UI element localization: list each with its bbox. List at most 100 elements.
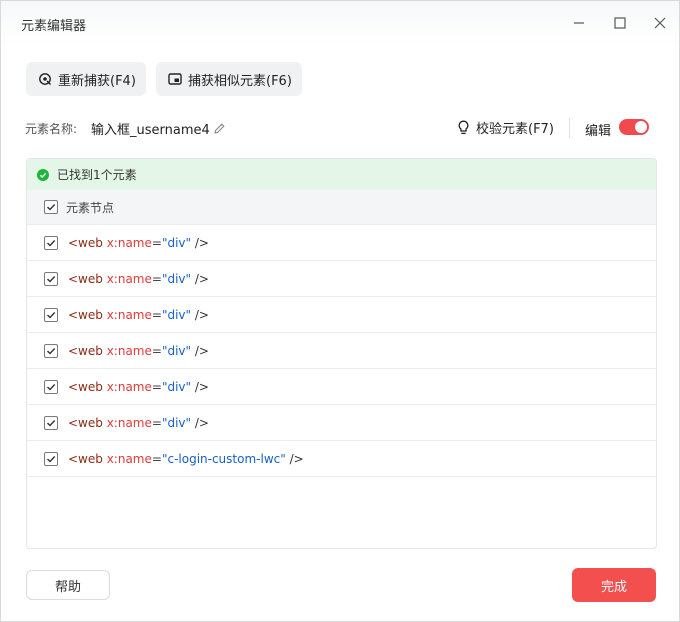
node-eq: = xyxy=(151,379,162,394)
node-text: <web x:name="c-login-custom-lwc" /> xyxy=(68,452,304,466)
node-attr: x:name xyxy=(106,271,152,286)
node-close: /> xyxy=(289,451,304,466)
node-close: /> xyxy=(194,379,209,394)
header-label: 元素节点 xyxy=(66,200,115,215)
node-attr: x:name xyxy=(106,415,152,430)
minimize-button[interactable] xyxy=(569,13,589,33)
node-eq: = xyxy=(151,415,162,430)
node-eq: = xyxy=(151,451,162,466)
checkmark-icon xyxy=(47,311,56,319)
element-node-list: <web x:name="div" /> <web x:name="div" /… xyxy=(27,225,656,477)
node-tag: <web xyxy=(68,415,103,430)
edit-toggle[interactable] xyxy=(619,119,649,135)
node-value: "div" xyxy=(161,379,192,394)
checkmark-icon xyxy=(47,239,56,247)
table-row[interactable]: <web x:name="div" /> xyxy=(27,333,656,369)
node-eq: = xyxy=(151,307,162,322)
node-tag: <web xyxy=(68,307,103,322)
node-attr: x:name xyxy=(106,307,152,322)
row-checkbox[interactable] xyxy=(44,415,58,430)
node-value: "div" xyxy=(161,271,192,286)
node-attr: x:name xyxy=(106,379,152,394)
node-value: "div" xyxy=(161,307,192,322)
node-text: <web x:name="div" /> xyxy=(68,344,209,358)
node-text: <web x:name="div" /> xyxy=(68,272,209,286)
node-text: <web x:name="div" /> xyxy=(68,416,209,430)
checkmark-icon xyxy=(47,383,56,391)
select-all-checkbox[interactable] xyxy=(44,200,58,214)
node-value: "div" xyxy=(161,343,192,358)
table-row[interactable]: <web x:name="div" /> xyxy=(27,369,656,405)
divider xyxy=(569,118,570,138)
element-info-row: 元素名称: 输入框_username4 校验元素(F7) 编辑 xyxy=(25,117,655,139)
node-text: <web x:name="div" /> xyxy=(68,236,209,250)
node-value: "div" xyxy=(161,235,192,250)
close-icon xyxy=(654,17,666,29)
checkmark-icon xyxy=(47,275,56,283)
node-text: <web x:name="div" /> xyxy=(68,308,209,322)
edit-name-icon[interactable] xyxy=(213,120,226,139)
node-close: /> xyxy=(194,271,209,286)
capture-similar-label: 捕获相似元素(F6) xyxy=(188,73,292,89)
recapture-button[interactable]: 重新捕获(F4) xyxy=(26,62,146,96)
element-name-value: 输入框_username4 xyxy=(91,123,210,138)
node-value: "div" xyxy=(161,415,192,430)
lightbulb-icon xyxy=(457,120,470,135)
node-tag: <web xyxy=(68,451,103,466)
node-eq: = xyxy=(151,235,162,250)
checkmark-icon xyxy=(47,455,56,463)
node-text: <web x:name="div" /> xyxy=(68,380,209,394)
minimize-icon xyxy=(574,22,584,24)
node-value: "c-login-custom-lwc" xyxy=(161,451,286,466)
checkmark-icon xyxy=(47,419,56,427)
capture-similar-icon xyxy=(168,72,182,86)
edit-toggle-label: 编辑 xyxy=(585,124,612,139)
found-banner: 已找到1个元素 xyxy=(27,159,656,190)
capture-similar-button[interactable]: 捕获相似元素(F6) xyxy=(156,62,302,96)
node-close: /> xyxy=(194,307,209,322)
maximize-button[interactable] xyxy=(610,13,630,33)
done-button[interactable]: 完成 xyxy=(572,568,656,602)
result-panel: 已找到1个元素 元素节点 <web x:name="div" /> <web x… xyxy=(26,158,657,549)
node-eq: = xyxy=(151,343,162,358)
success-check-icon xyxy=(37,168,49,181)
recapture-icon xyxy=(38,72,52,86)
row-checkbox[interactable] xyxy=(44,235,58,250)
node-close: /> xyxy=(194,415,209,430)
found-text: 已找到1个元素 xyxy=(57,168,137,182)
row-checkbox[interactable] xyxy=(44,343,58,358)
row-checkbox[interactable] xyxy=(44,271,58,286)
table-row[interactable]: <web x:name="div" /> xyxy=(27,261,656,297)
row-checkbox[interactable] xyxy=(44,379,58,394)
row-checkbox[interactable] xyxy=(44,451,58,466)
table-row[interactable]: <web x:name="c-login-custom-lwc" /> xyxy=(27,441,656,477)
node-close: /> xyxy=(194,343,209,358)
node-attr: x:name xyxy=(106,343,152,358)
window-title: 元素编辑器 xyxy=(21,19,87,34)
title-bar: 元素编辑器 xyxy=(1,1,679,45)
node-tag: <web xyxy=(68,343,103,358)
element-editor-window: 元素编辑器 重新捕获(F4) 捕获相似元素(F6) 元素名称: 输入框_user… xyxy=(0,0,680,622)
table-row[interactable]: <web x:name="div" /> xyxy=(27,225,656,261)
table-header: 元素节点 xyxy=(27,190,656,225)
checkmark-icon xyxy=(47,204,56,211)
help-button[interactable]: 帮助 xyxy=(26,570,110,600)
node-tag: <web xyxy=(68,235,103,250)
close-button[interactable] xyxy=(650,13,670,33)
table-row[interactable]: <web x:name="div" /> xyxy=(27,297,656,333)
table-row[interactable]: <web x:name="div" /> xyxy=(27,405,656,441)
node-tag: <web xyxy=(68,379,103,394)
row-checkbox[interactable] xyxy=(44,307,58,322)
element-name-label: 元素名称: xyxy=(25,122,78,136)
node-close: /> xyxy=(194,235,209,250)
verify-element-label: 校验元素(F7) xyxy=(476,122,554,137)
verify-element-button[interactable]: 校验元素(F7) xyxy=(457,118,554,137)
done-label: 完成 xyxy=(600,579,627,595)
node-eq: = xyxy=(151,271,162,286)
recapture-label: 重新捕获(F4) xyxy=(58,73,136,89)
node-attr: x:name xyxy=(106,235,152,250)
maximize-icon xyxy=(614,17,626,29)
node-attr: x:name xyxy=(106,451,152,466)
help-label: 帮助 xyxy=(54,579,81,595)
node-tag: <web xyxy=(68,271,103,286)
